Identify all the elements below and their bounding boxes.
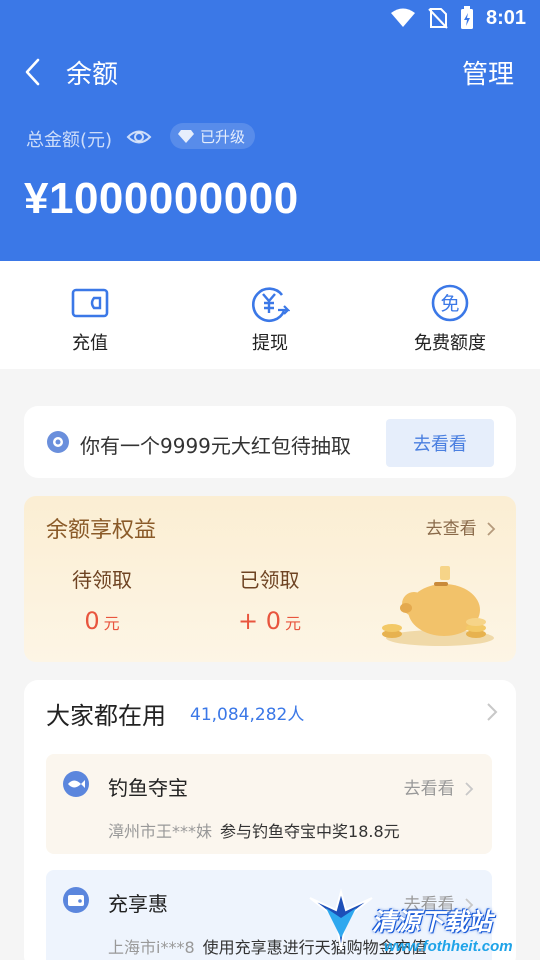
eye-icon[interactable] <box>126 126 152 148</box>
recharge-label: 充值 <box>72 333 108 354</box>
benefits-view-link[interactable]: 去查看 <box>426 514 496 539</box>
red-packet-text: 你有一个9999元大红包待抽取 <box>80 434 351 458</box>
balance-amount: ¥1000000000 <box>24 174 299 223</box>
manage-button[interactable]: 管理 <box>462 54 514 91</box>
card-icon <box>63 887 89 913</box>
action-row: 充值 提现 免 免费额度 <box>0 261 540 369</box>
svg-text:免: 免 <box>440 293 459 315</box>
red-packet-go-button[interactable]: 去看看 <box>386 419 494 467</box>
pending-value: 0元 <box>84 607 120 635</box>
upgraded-badge[interactable]: 已升级 <box>170 123 256 149</box>
item-activity: 参与钓鱼夺宝中奖18.8元 <box>220 822 400 841</box>
chevron-right-icon[interactable] <box>486 702 498 722</box>
received-label: 已领取 <box>239 568 300 592</box>
page-title: 余额 <box>66 60 119 90</box>
red-packet-icon <box>47 431 69 453</box>
received-value: + 0元 <box>238 607 302 635</box>
item-description: 漳州市王***妹 参与钓鱼夺宝中奖18.8元 <box>108 818 400 842</box>
free-quota-label: 免费额度 <box>414 333 486 354</box>
free-quota-button[interactable]: 免 免费额度 <box>360 261 540 369</box>
withdraw-label: 提现 <box>252 333 288 354</box>
pending-column[interactable]: 待领取 0元 <box>72 564 132 635</box>
withdraw-button[interactable]: 提现 <box>180 261 360 369</box>
red-packet-card[interactable]: 你有一个9999元大红包待抽取 去看看 <box>24 406 516 478</box>
no-sim-icon <box>428 8 448 29</box>
item-title: 钓鱼夺宝 <box>108 776 188 800</box>
upgraded-badge-label: 已升级 <box>200 127 246 146</box>
benefits-view-label: 去查看 <box>425 519 477 539</box>
watermark-url: www.fothheit.com <box>384 938 513 955</box>
watermark-logo: 清源下载站 www.fothheit.com <box>306 884 536 960</box>
received-column[interactable]: 已领取 + 0元 <box>238 564 301 635</box>
chevron-right-icon <box>487 522 496 536</box>
diamond-icon <box>178 130 194 143</box>
fishing-icon <box>63 771 89 797</box>
benefits-title: 余额享权益 <box>46 518 157 543</box>
recharge-button[interactable]: 充值 <box>0 261 180 369</box>
piggy-bank-icon <box>382 566 494 646</box>
free-quota-icon: 免 <box>431 284 469 322</box>
back-arrow-icon[interactable] <box>20 56 48 88</box>
status-time: 8:01 <box>485 6 526 29</box>
chevron-right-icon <box>465 782 474 796</box>
popular-title: 大家都在用 <box>46 702 166 730</box>
wifi-icon <box>390 8 415 27</box>
status-bar: 8:01 <box>0 0 540 36</box>
watermark-emblem-icon <box>309 888 373 951</box>
item-user: 漳州市王***妹 <box>108 822 213 841</box>
balance-header: 余额 管理 总金额(元) 已升级 ¥1000000000 <box>0 36 540 261</box>
item-go-link[interactable]: 去看看 <box>404 774 474 799</box>
popular-user-count: 41,084,282人 <box>190 705 305 725</box>
list-item-fishing-treasure[interactable]: 钓鱼夺宝 去看看 漳州市王***妹 参与钓鱼夺宝中奖18.8元 <box>46 754 492 854</box>
balance-benefits-card: 余额享权益 去查看 待领取 0元 已领取 + 0元 <box>24 496 516 662</box>
wallet-icon <box>71 288 109 318</box>
battery-icon <box>460 6 473 29</box>
yuan-withdraw-icon <box>252 287 290 322</box>
watermark-text: 清源下载站 <box>372 908 492 936</box>
pending-label: 待领取 <box>72 568 132 592</box>
item-title: 充享惠 <box>108 892 168 916</box>
item-user: 上海市i***8 <box>108 938 195 957</box>
total-amount-label: 总金额(元) <box>26 130 113 151</box>
